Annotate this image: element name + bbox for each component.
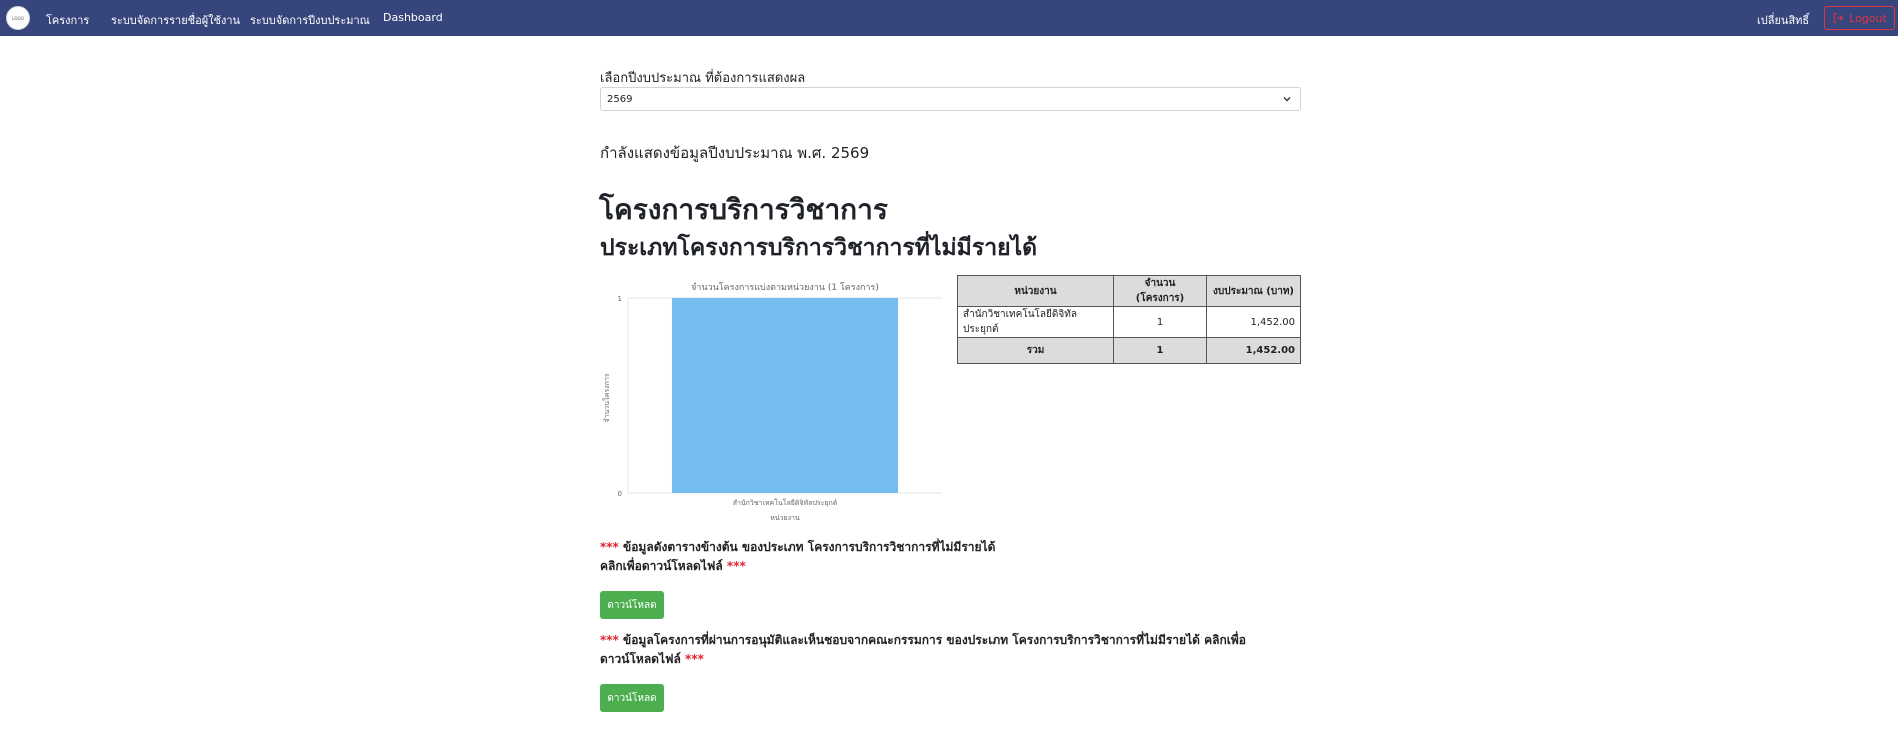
total-label: รวม (957, 337, 1114, 364)
nav-link-budget-year-management[interactable]: ระบบจัดการปีงบประมาณ (250, 11, 370, 29)
chevron-down-icon (1283, 97, 1291, 102)
header-unit: หน่วยงาน (957, 275, 1114, 307)
note-1: *** ข้อมูลดังตารางข้างต้น ของประเภท โครง… (600, 538, 995, 576)
table-total-row: รวม 1 1,452.00 (957, 337, 1301, 364)
note-2-line-1: ข้อมูลโครงการที่ผ่านการอนุมัติและเห็นชอบ… (623, 633, 1246, 647)
note-2: *** ข้อมูลโครงการที่ผ่านการอนุมัติและเห็… (600, 631, 1246, 669)
table-row: สำนักวิชาเทคโนโลยีดิจิทัลประยุกต์ 1 1,45… (957, 306, 1301, 338)
summary-table: หน่วยงาน จำนวน (โครงการ) งบประมาณ (บาท) … (957, 275, 1301, 364)
showing-year-text: กำลังแสดงข้อมูลปีงบประมาณ พ.ศ. 2569 (600, 144, 870, 162)
note-2-line-2: ดาวน์โหลดไฟล์ (600, 652, 681, 666)
logout-button[interactable]: Logout (1824, 6, 1895, 30)
bar-chart: จำนวนโครงการแบ่งตามหน่วยงาน (1 โครงการ) … (602, 282, 942, 522)
download-button-2[interactable]: ดาวน์โหลด (600, 684, 664, 712)
logo[interactable]: LOGO (6, 6, 30, 30)
chart-title: จำนวนโครงการแบ่งตามหน่วยงาน (1 โครงการ) (691, 282, 879, 293)
chart-bar (671, 298, 899, 493)
logo-text: LOGO (12, 15, 24, 21)
note-stars: *** (600, 633, 619, 647)
chart-y-tick-label: 1 (618, 295, 622, 303)
chart-y-tick-label: 0 (618, 490, 622, 498)
download-button-1[interactable]: ดาวน์โหลด (600, 591, 664, 619)
chart-x-axis-label: หน่วยงาน (770, 514, 800, 522)
cell-unit: สำนักวิชาเทคโนโลยีดิจิทัลประยุกต์ (957, 306, 1114, 338)
year-select[interactable]: 2569 (600, 87, 1301, 111)
header-budget: งบประมาณ (บาท) (1206, 275, 1301, 307)
cell-budget: 1,452.00 (1206, 306, 1301, 338)
page-title: โครงการบริการวิชาการ (599, 193, 888, 226)
note-1-line-1: ข้อมูลดังตารางข้างต้น ของประเภท โครงการบ… (623, 540, 996, 554)
header-count: จำนวน (โครงการ) (1113, 275, 1207, 307)
nav-link-dashboard[interactable]: Dashboard (383, 11, 443, 24)
table-header-row: หน่วยงาน จำนวน (โครงการ) งบประมาณ (บาท) (957, 275, 1301, 307)
note-1-line-2: คลิกเพื่อดาวน์โหลดไฟล์ (600, 559, 723, 573)
change-rights-link[interactable]: เปลี่ยนสิทธิ์ (1757, 11, 1809, 29)
logout-icon (1833, 12, 1844, 24)
note-stars: *** (600, 540, 619, 554)
total-budget: 1,452.00 (1206, 337, 1301, 364)
note-stars: *** (685, 652, 704, 666)
page-subtitle: ประเภทโครงการบริการวิชาการที่ไม่มีรายได้ (600, 235, 1038, 261)
chart-x-tick-label: สำนักวิชาเทคโนโลยีดิจิทัลประยุกต์ (733, 498, 838, 507)
chart-bars (671, 298, 899, 493)
year-select-label: เลือกปีงบประมาณ ที่ต้องการแสดงผล (600, 71, 806, 86)
year-select-value: 2569 (607, 93, 633, 105)
logout-label: Logout (1849, 11, 1887, 25)
nav-link-user-management[interactable]: ระบบจัดการรายชื่อผู้ใช้งาน (111, 11, 240, 29)
chart-y-axis-label: จำนวนโครงการ (602, 373, 611, 422)
nav-link-projects[interactable]: โครงการ (46, 11, 89, 29)
top-navbar: LOGO โครงการ ระบบจัดการรายชื่อผู้ใช้งาน … (0, 0, 1898, 36)
cell-count: 1 (1113, 306, 1207, 338)
note-stars: *** (726, 559, 746, 573)
total-count: 1 (1113, 337, 1207, 364)
